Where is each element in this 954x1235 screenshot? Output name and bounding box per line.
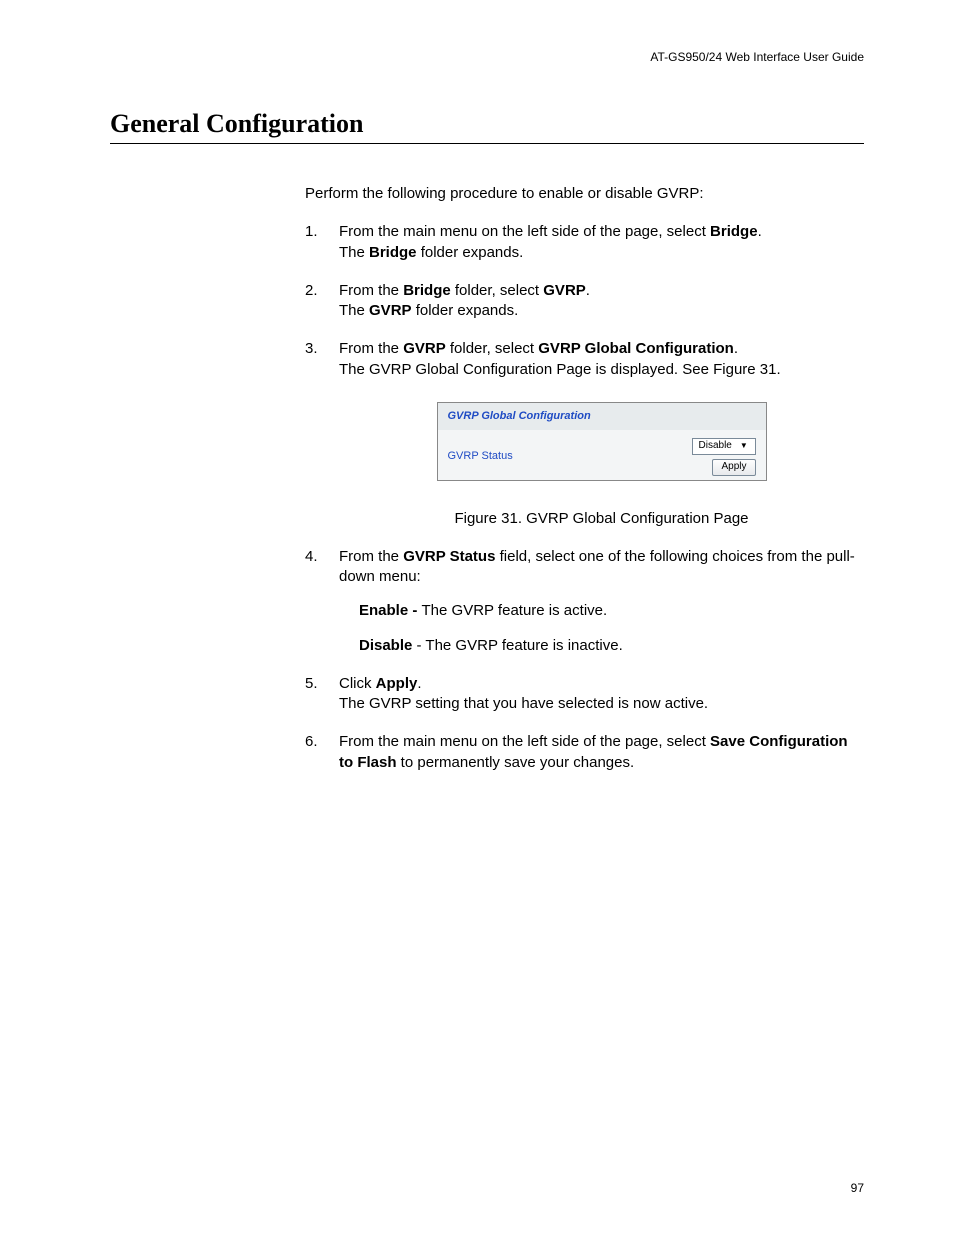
chevron-down-icon: ▼ bbox=[740, 442, 748, 450]
bold: GVRP Global Configuration bbox=[538, 340, 734, 357]
section-title: General Configuration bbox=[110, 109, 864, 144]
bold: Disable bbox=[359, 637, 412, 654]
bold: GVRP Status bbox=[403, 548, 495, 565]
text: The GVRP Global Configuration Page is di… bbox=[339, 361, 781, 378]
text: The bbox=[339, 244, 369, 261]
text: . bbox=[734, 340, 738, 357]
text: . bbox=[417, 675, 421, 692]
page: AT-GS950/24 Web Interface User Guide Gen… bbox=[0, 0, 954, 1235]
figure-caption: Figure 31. GVRP Global Configuration Pag… bbox=[339, 509, 864, 529]
figure-title: GVRP Global Configuration bbox=[438, 403, 766, 430]
step-4: 4. From the GVRP Status field, select on… bbox=[305, 547, 864, 656]
step-3: 3. From the GVRP folder, select GVRP Glo… bbox=[305, 339, 864, 529]
step-number: 5. bbox=[305, 674, 318, 694]
figure-panel: GVRP Global Configuration GVRP Status Di… bbox=[437, 402, 767, 481]
text: - The GVRP feature is inactive. bbox=[412, 637, 622, 654]
text: folder, select bbox=[446, 340, 539, 357]
procedure-list: 1. From the main menu on the left side o… bbox=[305, 222, 864, 773]
text: The GVRP feature is active. bbox=[422, 602, 608, 619]
text: folder expands. bbox=[417, 244, 524, 261]
step-5: 5. Click Apply. The GVRP setting that yo… bbox=[305, 674, 864, 715]
step-6: 6. From the main menu on the left side o… bbox=[305, 732, 864, 773]
text: . bbox=[586, 282, 590, 299]
text: From the bbox=[339, 548, 403, 565]
apply-button[interactable]: Apply bbox=[712, 459, 755, 476]
bold: Bridge bbox=[369, 244, 417, 261]
figure-controls: Disable ▼ Apply bbox=[692, 438, 756, 476]
bold: Bridge bbox=[710, 223, 758, 240]
body-content: Perform the following procedure to enabl… bbox=[305, 184, 864, 773]
text: folder, select bbox=[451, 282, 544, 299]
bold: Apply bbox=[376, 675, 418, 692]
bold: GVRP bbox=[403, 340, 446, 357]
text: . bbox=[758, 223, 762, 240]
step-number: 4. bbox=[305, 547, 318, 567]
text: Click bbox=[339, 675, 376, 692]
step-number: 3. bbox=[305, 339, 318, 359]
bold: Bridge bbox=[403, 282, 451, 299]
step-number: 1. bbox=[305, 222, 318, 242]
bold: Enable - bbox=[359, 602, 422, 619]
step-1: 1. From the main menu on the left side o… bbox=[305, 222, 864, 263]
enable-option: Enable - The GVRP feature is active. bbox=[359, 601, 864, 621]
text: to permanently save your changes. bbox=[397, 754, 635, 771]
text: From the main menu on the left side of t… bbox=[339, 733, 710, 750]
text: From the bbox=[339, 282, 403, 299]
bold: GVRP bbox=[543, 282, 586, 299]
disable-option: Disable - The GVRP feature is inactive. bbox=[359, 636, 864, 656]
gvrp-status-label: GVRP Status bbox=[448, 449, 513, 464]
text: From the bbox=[339, 340, 403, 357]
figure-31: GVRP Global Configuration GVRP Status Di… bbox=[437, 402, 767, 481]
step-number: 6. bbox=[305, 732, 318, 752]
running-header: AT-GS950/24 Web Interface User Guide bbox=[110, 50, 864, 64]
step-2: 2. From the Bridge folder, select GVRP. … bbox=[305, 281, 864, 322]
gvrp-status-select[interactable]: Disable ▼ bbox=[692, 438, 756, 455]
text: From the main menu on the left side of t… bbox=[339, 223, 710, 240]
bold: GVRP bbox=[369, 302, 412, 319]
step-number: 2. bbox=[305, 281, 318, 301]
figure-body: GVRP Status Disable ▼ Apply bbox=[438, 430, 766, 480]
select-value: Disable bbox=[699, 439, 732, 453]
text: The bbox=[339, 302, 369, 319]
page-number: 97 bbox=[851, 1181, 864, 1195]
text: folder expands. bbox=[412, 302, 519, 319]
text: The GVRP setting that you have selected … bbox=[339, 695, 708, 712]
intro-paragraph: Perform the following procedure to enabl… bbox=[305, 184, 864, 204]
